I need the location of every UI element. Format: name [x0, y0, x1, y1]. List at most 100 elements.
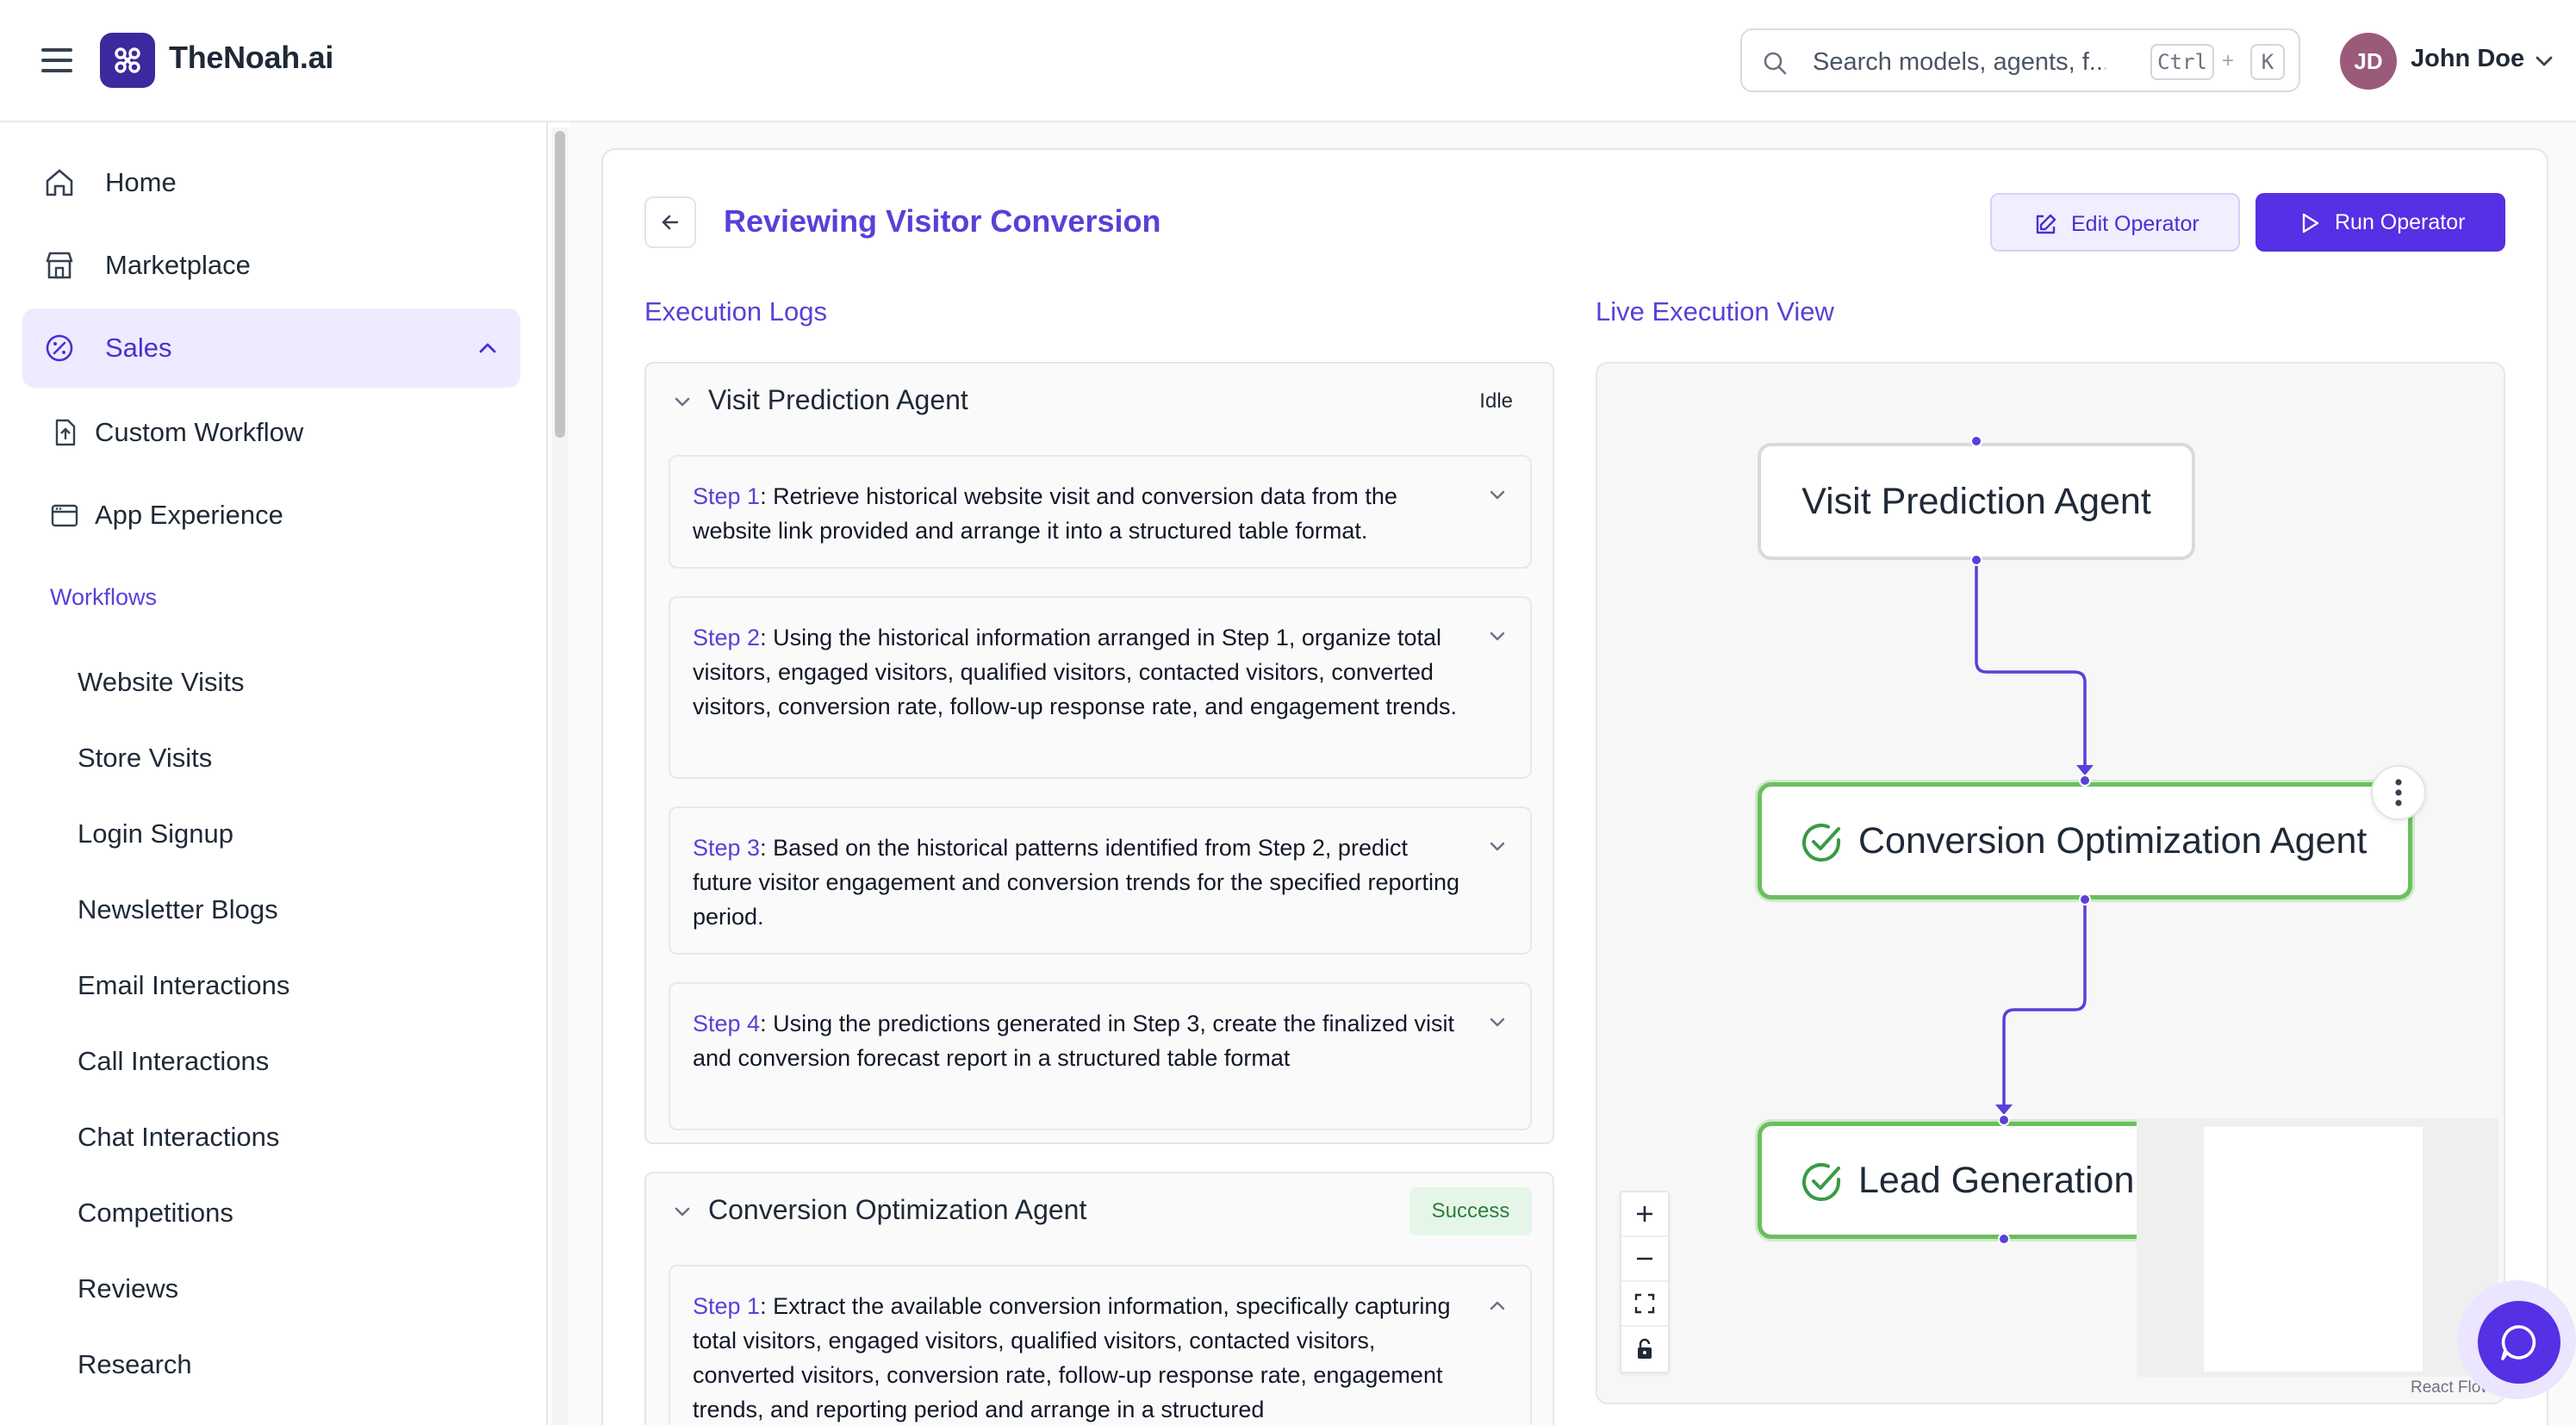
play-icon — [2302, 213, 2319, 233]
live-execution-title: Live Execution View — [1596, 296, 1834, 327]
live-execution-canvas[interactable]: Visit Prediction Agent Conversion Optimi… — [1596, 362, 2505, 1404]
flow-controls — [1620, 1191, 1670, 1373]
browser-window-icon — [51, 504, 78, 527]
chevron-down-icon[interactable] — [672, 391, 693, 412]
global-search[interactable]: Search models, agents, f... Ctrl + K — [1740, 28, 2300, 92]
node-handle[interactable] — [1970, 435, 1982, 447]
step-label: Step 3 — [693, 835, 761, 861]
lock-button[interactable] — [1621, 1327, 1668, 1372]
scrollbar-thumb[interactable] — [555, 131, 565, 438]
node-handle[interactable] — [2079, 775, 2091, 787]
node-handle[interactable] — [2079, 893, 2091, 905]
minus-icon — [1637, 1257, 1652, 1260]
search-icon — [1764, 52, 1787, 75]
log-step[interactable]: Step 4: Using the predictions generated … — [669, 982, 1532, 1130]
log-step[interactable]: Step 1: Retrieve historical website visi… — [669, 455, 1532, 569]
agent-log-panel: Visit Prediction Agent Idle Step 1: Retr… — [644, 362, 1554, 1144]
node-handle[interactable] — [1970, 554, 1982, 566]
workflow-item-email-interactions[interactable]: Email Interactions — [78, 970, 289, 1001]
chevron-up-icon[interactable] — [1487, 1296, 1508, 1315]
sidebar-item-label: App Experience — [95, 500, 283, 530]
flow-edge — [1975, 560, 2087, 769]
brand-name[interactable]: TheNoah.ai — [169, 40, 333, 76]
step-label: Step 1 — [693, 483, 761, 509]
execution-logs-title: Execution Logs — [644, 296, 827, 327]
node-handle[interactable] — [1998, 1233, 2010, 1245]
log-step[interactable]: Step 2: Using the historical information… — [669, 596, 1532, 779]
step-text: Step 3: Based on the historical patterns… — [693, 831, 1468, 934]
chevron-down-icon[interactable] — [1487, 627, 1508, 646]
workflow-item-store-visits[interactable]: Store Visits — [78, 743, 212, 774]
run-operator-label: Run Operator — [2335, 210, 2466, 234]
fit-view-button[interactable] — [1621, 1282, 1668, 1327]
step-description: : Based on the historical patterns ident… — [693, 835, 1460, 930]
sidebar-scrollbar[interactable] — [551, 128, 569, 1425]
flow-node-conversion-optimization[interactable]: Conversion Optimization Agent — [1758, 782, 2412, 899]
log-step[interactable]: Step 1: Extract the available conversion… — [669, 1265, 1532, 1425]
node-more-button[interactable] — [2371, 765, 2426, 820]
check-circle-icon — [1802, 1163, 1840, 1201]
chevron-down-icon[interactable] — [2533, 50, 2555, 72]
zoom-in-button[interactable] — [1621, 1192, 1668, 1237]
agent-log-header[interactable]: Visit Prediction Agent Idle — [646, 364, 1552, 439]
store-icon — [46, 252, 73, 279]
workflow-item-chat-interactions[interactable]: Chat Interactions — [78, 1122, 279, 1153]
chevron-up-icon[interactable] — [477, 339, 498, 357]
flow-node-visit-prediction[interactable]: Visit Prediction Agent — [1758, 443, 2195, 560]
top-header: TheNoah.ai Search models, agents, f... C… — [0, 0, 2576, 122]
status-badge: Success — [1409, 1187, 1532, 1235]
flow-edge — [2002, 899, 2087, 1108]
workflow-item-website-visits[interactable]: Website Visits — [78, 667, 245, 698]
hamburger-menu-icon[interactable] — [41, 47, 74, 74]
search-input[interactable]: Search models, agents, f... — [1813, 48, 2106, 77]
step-description: : Using the historical information arran… — [693, 625, 1457, 719]
chat-bubble-icon — [2501, 1325, 2536, 1360]
sidebar-item-sales[interactable]: Sales — [22, 308, 520, 388]
workflow-item-reviews[interactable]: Reviews — [78, 1273, 178, 1304]
workflow-item-newsletter-blogs[interactable]: Newsletter Blogs — [78, 894, 278, 925]
home-icon — [46, 169, 73, 196]
run-operator-button[interactable]: Run Operator — [2256, 193, 2505, 252]
sidebar-item-marketplace[interactable]: Marketplace — [22, 226, 520, 305]
edit-icon — [2036, 214, 2056, 234]
sidebar-item-app-experience[interactable]: App Experience — [22, 476, 520, 555]
minimap-panel[interactable] — [2137, 1118, 2498, 1377]
node-handle[interactable] — [1998, 1114, 2010, 1126]
step-label: Step 2 — [693, 625, 761, 650]
chevron-down-icon[interactable] — [1487, 486, 1508, 505]
workflow-item-call-interactions[interactable]: Call Interactions — [78, 1046, 269, 1077]
agent-name: Conversion Optimization Agent — [708, 1194, 1087, 1225]
step-label: Step 1 — [693, 1293, 761, 1319]
log-step[interactable]: Step 3: Based on the historical patterns… — [669, 806, 1532, 955]
sales-icon — [46, 334, 73, 362]
agent-name: Visit Prediction Agent — [708, 384, 968, 415]
sidebar-item-home[interactable]: Home — [22, 143, 520, 222]
check-circle-icon — [1802, 824, 1840, 862]
chat-button[interactable] — [2478, 1301, 2560, 1384]
flow-node-label: Visit Prediction Agent — [1801, 480, 2151, 522]
chevron-down-icon[interactable] — [672, 1201, 693, 1222]
chevron-down-icon[interactable] — [1487, 1013, 1508, 1032]
workflow-item-login-signup[interactable]: Login Signup — [78, 818, 233, 849]
step-label: Step 4 — [693, 1011, 761, 1036]
status-badge: Idle — [1479, 389, 1513, 413]
workflow-item-competitions[interactable]: Competitions — [78, 1198, 233, 1229]
step-description: : Extract the available conversion infor… — [693, 1293, 1451, 1422]
fullscreen-icon — [1634, 1293, 1655, 1314]
user-avatar[interactable]: JD — [2340, 33, 2397, 90]
flow-node-label: Conversion Optimization Agent — [1858, 819, 2368, 862]
minimap-viewport — [2204, 1127, 2423, 1372]
chevron-down-icon[interactable] — [1487, 837, 1508, 856]
workflows-section-title: Workflows — [50, 584, 158, 610]
sidebar: Home Marketplace Sales Custom Workflow A… — [0, 122, 548, 1425]
workflow-item-research[interactable]: Research — [78, 1349, 192, 1380]
sidebar-item-custom-workflow[interactable]: Custom Workflow — [22, 393, 520, 472]
user-name[interactable]: John Doe — [2411, 45, 2524, 73]
edit-operator-button[interactable]: Edit Operator — [1990, 193, 2240, 252]
zoom-out-button[interactable] — [1621, 1237, 1668, 1282]
agent-log-header[interactable]: Conversion Optimization Agent Success — [646, 1173, 1552, 1249]
sidebar-item-label: Custom Workflow — [95, 417, 304, 447]
lock-icon — [1638, 1338, 1652, 1359]
app-logo-icon[interactable] — [100, 33, 155, 88]
back-button[interactable] — [644, 196, 696, 248]
